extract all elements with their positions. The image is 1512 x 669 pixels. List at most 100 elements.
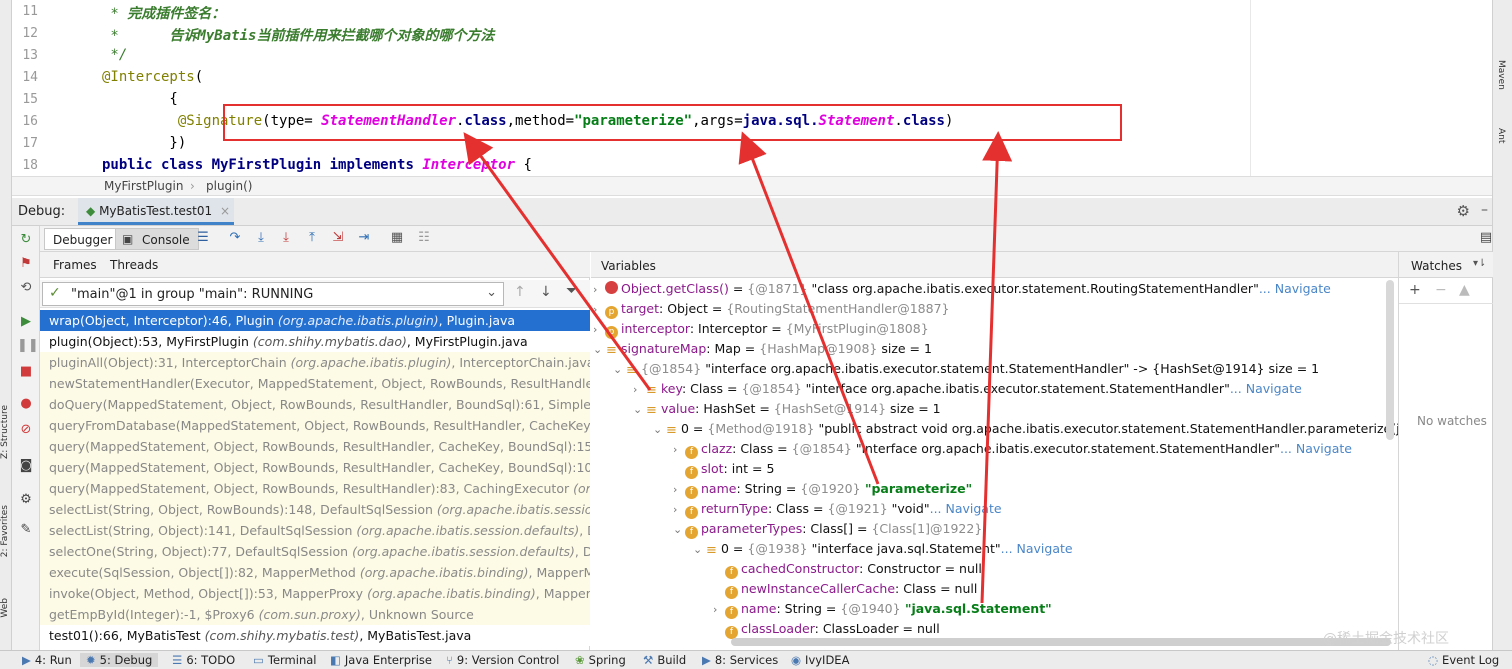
stack-frame-row[interactable]: selectOne(String, Object):77, DefaultSql…: [40, 541, 590, 562]
settings-gear-icon[interactable]: ⚙: [1457, 202, 1470, 220]
variable-row[interactable]: › p target: Object = {RoutingStatementHand…: [593, 301, 949, 321]
code-line[interactable]: */: [102, 47, 127, 63]
stack-frame-row[interactable]: doQuery(MappedStatement, Object, RowBoun…: [40, 394, 590, 415]
variable-row[interactable]: › ≡ key: Class = {@1854} "interface org.ap…: [633, 381, 1302, 401]
ivy-tool-button[interactable]: ◉ IvyIDEA: [791, 653, 849, 667]
maven-tool-label[interactable]: Maven: [1496, 60, 1506, 90]
step-over-icon[interactable]: ⤓: [252, 230, 270, 248]
stack-frame-row[interactable]: newStatementHandler(Executor, MappedStat…: [40, 373, 590, 394]
stack-frame-row[interactable]: invoke(Object, Method, Object[]):53, Map…: [40, 583, 590, 604]
hide-panel-icon[interactable]: –: [1481, 202, 1488, 218]
expand-toggle-icon[interactable]: ›: [633, 383, 645, 396]
expand-toggle-icon[interactable]: ›: [713, 603, 725, 616]
get-thread-dump-icon[interactable]: ◙: [17, 458, 35, 476]
frame-up-icon[interactable]: ↑: [514, 284, 526, 300]
debug-session-tab[interactable]: ◆ MyBatisTest.test01 ×: [78, 198, 234, 225]
rerun-icon[interactable]: ↻: [17, 232, 35, 250]
variable-row[interactable]: ⌄ f parameterTypes: Class[] = {Class[1]@19…: [673, 521, 982, 541]
todo-tool-button[interactable]: ☰ 6: TODO: [172, 653, 235, 667]
ant-tool-label[interactable]: Ant: [1496, 128, 1506, 143]
code-line[interactable]: * 告诉MyBatis当前插件用来拦截哪个对象的哪个方法: [102, 25, 494, 45]
variable-row[interactable]: ⌄ ≡ signatureMap: Map = {HashMap@1908} siz…: [593, 341, 932, 361]
variable-row[interactable]: › p interceptor: Interceptor = {MyFirstPlu…: [593, 321, 929, 341]
spring-tool-button[interactable]: ❀ Spring: [575, 653, 626, 667]
code-editor[interactable]: 11 12 13 14 15 16 17 18 * 完成插件签名： * 告诉MyBatis当前…: [12, 0, 1492, 176]
stack-frame-row[interactable]: queryFromDatabase(MappedStatement, Objec…: [40, 415, 590, 436]
remove-watch-icon[interactable]: −: [1435, 282, 1447, 298]
drop-frame-icon[interactable]: ⇲: [329, 230, 347, 248]
stack-frame-row[interactable]: plugin(Object):53, MyFirstPlugin (com.sh…: [40, 331, 590, 352]
menu-lines-icon[interactable]: ☰: [194, 230, 212, 248]
event-log-button[interactable]: ◌ Event Log: [1428, 653, 1499, 667]
expand-toggle-icon[interactable]: ⌄: [693, 543, 705, 556]
expand-toggle-icon[interactable]: ⌄: [633, 403, 645, 416]
console-tab[interactable]: ▣ Console: [115, 228, 199, 250]
frame-down-icon[interactable]: ↓: [540, 284, 552, 300]
evaluate-expression-icon[interactable]: ▦: [388, 230, 406, 248]
expand-toggle-icon[interactable]: ⌄: [653, 423, 665, 436]
expand-toggle-icon[interactable]: ›: [673, 503, 685, 516]
step-into-icon[interactable]: ⤓: [277, 230, 295, 248]
expand-toggle-icon[interactable]: ›: [593, 283, 605, 296]
expand-toggle-icon[interactable]: ⌄: [613, 363, 625, 376]
stack-frame-row[interactable]: pluginAll(Object):31, InterceptorChain (…: [40, 352, 590, 373]
stack-frame-row[interactable]: getEmpById(Integer):-1, $Proxy6 (com.sun…: [40, 604, 590, 625]
build-tool-button[interactable]: ⚒ Build: [643, 653, 686, 667]
breadcrumb-method[interactable]: plugin(): [206, 179, 252, 193]
stack-frame-row[interactable]: selectList(String, Object, RowBounds):14…: [40, 499, 590, 520]
run-to-cursor-icon[interactable]: ⇥: [355, 230, 373, 248]
variable-row[interactable]: f newInstanceCallerCache: Class = null: [713, 581, 977, 601]
step-out-icon[interactable]: ⤒: [303, 230, 321, 248]
stop-icon[interactable]: ■: [17, 364, 35, 382]
favorites-tool-label[interactable]: 2: Favorites: [0, 505, 10, 557]
structure-tool-label[interactable]: Z: Structure: [0, 405, 10, 459]
expand-toggle-icon[interactable]: ⌄: [673, 523, 685, 536]
variable-row[interactable]: ⌄ ≡ 0 = {Method@1918} "public abstract voi…: [653, 421, 1459, 441]
version-control-tool-button[interactable]: ⑂ 9: Version Control: [446, 653, 559, 667]
stack-frame-row[interactable]: selectList(String, Object):141, DefaultS…: [40, 520, 590, 541]
variable-row[interactable]: › f name: String = {@1920} "parameterize": [673, 481, 972, 501]
threads-tab[interactable]: Threads: [110, 258, 158, 272]
stack-frame-row[interactable]: query(MappedStatement, Object, RowBounds…: [40, 457, 590, 478]
show-execution-point-icon[interactable]: ↷: [226, 230, 244, 248]
debug-tool-button[interactable]: ✹ 5: Debug: [80, 653, 159, 667]
settings-icon[interactable]: ⚙: [17, 492, 35, 510]
variable-row[interactable]: › f name: String = {@1940} "java.sql.State…: [713, 601, 1052, 621]
terminal-tool-button[interactable]: ▭ Terminal: [253, 653, 316, 667]
filter-icon[interactable]: ⏷: [566, 283, 577, 299]
view-breakpoints-icon[interactable]: ●: [17, 396, 35, 414]
code-line[interactable]: public class MyFirstPlugin implements In…: [102, 157, 532, 173]
code-line[interactable]: {: [102, 91, 177, 107]
close-tab-icon[interactable]: ×: [220, 204, 230, 218]
stack-frame-row[interactable]: query(MappedStatement, Object, RowBounds…: [40, 436, 590, 457]
run-tool-button[interactable]: ▶ 4: Run: [22, 653, 72, 667]
pin-tab-icon[interactable]: ✎: [17, 522, 35, 540]
expand-toggle-icon[interactable]: ›: [673, 483, 685, 496]
expand-toggle-icon[interactable]: ⌄: [593, 343, 605, 356]
web-tool-label[interactable]: Web: [0, 598, 10, 618]
resume-icon[interactable]: ▶: [17, 314, 35, 332]
modify-run-icon[interactable]: ⚑: [17, 256, 35, 274]
services-tool-button[interactable]: ▶ 8: Services: [702, 653, 778, 667]
variable-row[interactable]: f cachedConstructor: Constructor = null: [713, 561, 982, 581]
expand-toggle-icon[interactable]: ›: [673, 443, 685, 456]
camera-restore-icon[interactable]: ⟲: [17, 280, 35, 298]
stack-frame-row[interactable]: test01():66, MyBatisTest (com.shihy.myba…: [40, 625, 590, 646]
variable-row[interactable]: ⌄ ≡ value: HashSet = {HashSet@1914} size =…: [633, 401, 941, 421]
variable-row[interactable]: › f clazz: Class = {@1854} "interface org.…: [673, 441, 1352, 461]
expand-toggle-icon[interactable]: ›: [593, 303, 605, 316]
debugger-tab[interactable]: Debugger: [44, 228, 122, 250]
java-enterprise-tool-button[interactable]: ◧ Java Enterprise: [330, 653, 432, 667]
watches-options-icon[interactable]: ▾⇂: [1473, 258, 1486, 269]
move-up-icon[interactable]: ▲: [1459, 282, 1470, 298]
variable-row[interactable]: ⌄ ≡ 0 = {@1938} "interface java.sql.Statem…: [693, 541, 1073, 561]
add-watch-icon[interactable]: +: [1409, 282, 1421, 298]
expand-toggle-icon[interactable]: ›: [593, 323, 605, 336]
breadcrumb-class[interactable]: MyFirstPlugin: [104, 179, 183, 193]
stack-frame-row[interactable]: wrap(Object, Interceptor):46, Plugin (or…: [40, 310, 590, 331]
variable-row[interactable]: › Object.getClass() = {@1871} "class org.…: [593, 281, 1331, 301]
variables-vertical-scrollbar[interactable]: [1386, 280, 1394, 440]
code-line[interactable]: @Intercepts(: [102, 69, 203, 85]
mute-breakpoints-icon[interactable]: ⊘: [17, 422, 35, 440]
variables-horizontal-scrollbar[interactable]: [731, 638, 1391, 646]
